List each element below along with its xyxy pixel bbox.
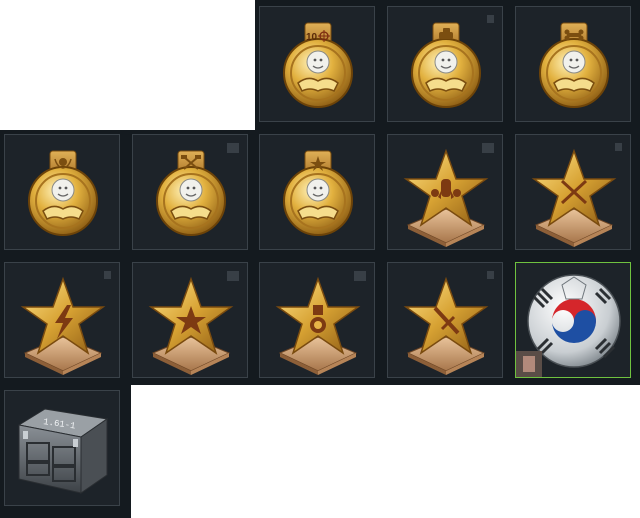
reward-tile-9[interactable] [4,262,120,378]
reward-tile-8[interactable] [515,134,631,250]
gold-star-crossed-swords-icon [533,150,615,248]
reward-tile-4[interactable] [4,134,120,250]
lion-medal-tank-icon [411,22,481,108]
reward-tile-14[interactable]: 1.61-1 [4,390,120,506]
owner-avatar-badge [516,351,542,377]
reward-tile-1[interactable]: 10 [259,6,375,122]
reward-tile-10[interactable] [132,262,248,378]
lion-medal-hammers-icon [156,150,226,236]
lion-medal-bone-icon [539,22,609,108]
lion-medal-wreath-icon [28,150,98,236]
medal-ribbon-number: 10 [306,32,318,43]
gold-star-bomb-icon [405,150,487,248]
reward-tile-3[interactable] [515,6,631,122]
metal-crate-icon: 1.61-1 [17,408,109,494]
reward-tile-2[interactable] [387,6,503,122]
reward-tile-12[interactable] [387,262,503,378]
reward-tile-11[interactable] [259,262,375,378]
reward-tile-5[interactable] [132,134,248,250]
lion-medal-crosshair-icon: 10 [283,22,353,108]
gold-star-star-icon [150,278,232,376]
reward-tile-6[interactable] [259,134,375,250]
gold-star-dagger-icon [405,278,487,376]
reward-tile-13[interactable] [515,262,631,378]
reward-tile-7[interactable] [387,134,503,250]
gold-star-lightning-icon [22,278,104,376]
gold-star-medal-icon [277,278,359,376]
lion-medal-star-icon [283,150,353,236]
